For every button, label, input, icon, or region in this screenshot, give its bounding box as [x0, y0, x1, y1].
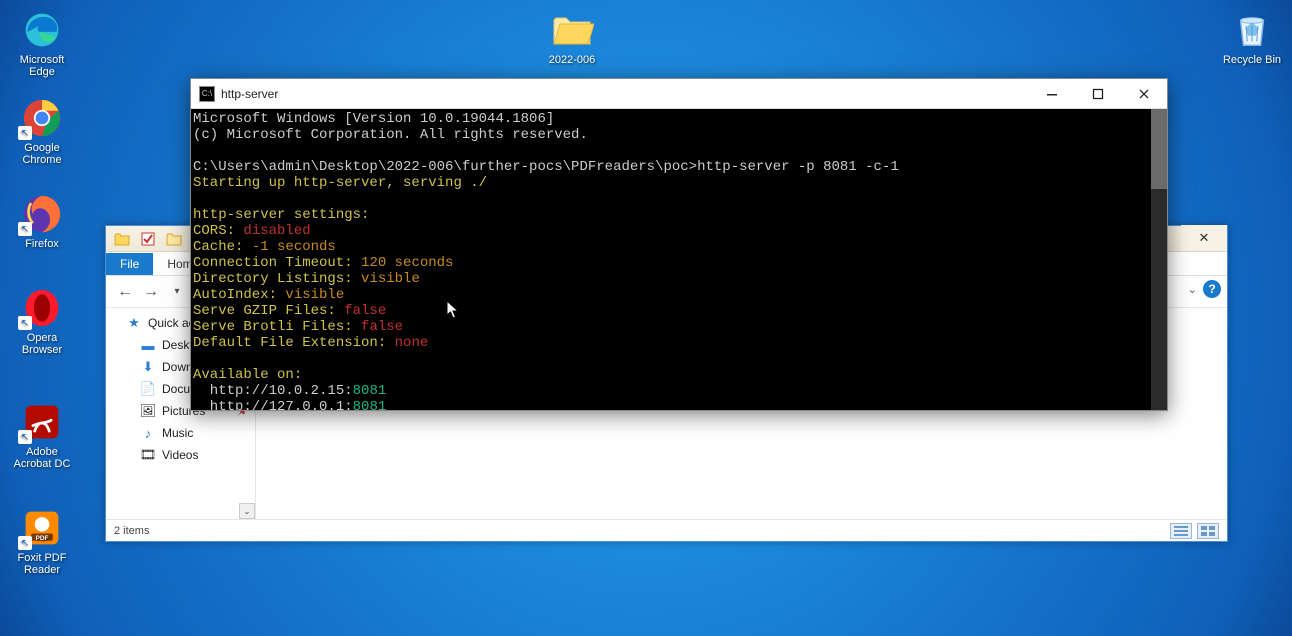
desktop-icon-foxit[interactable]: PDF Foxit PDFReader — [4, 506, 80, 576]
minimize-button[interactable] — [1029, 79, 1075, 109]
term-setting-line: CORS: disabled — [193, 223, 1165, 239]
documents-icon: 📄 — [140, 381, 156, 397]
term-setting-line: Serve Brotli Files: false — [193, 319, 1165, 335]
shortcut-overlay-icon — [18, 222, 32, 236]
desktop-icon-chrome[interactable]: GoogleChrome — [4, 96, 80, 166]
desktop-icon-label: GoogleChrome — [22, 142, 61, 166]
term-line: Microsoft Windows [Version 10.0.19044.18… — [193, 111, 1165, 127]
desktop-icon-opera[interactable]: OperaBrowser — [4, 286, 80, 356]
term-line-blank — [193, 143, 1165, 159]
desktop-recycle-bin[interactable]: Recycle Bin — [1214, 8, 1290, 66]
term-line: Available on: — [193, 367, 1165, 383]
new-folder-icon[interactable] — [164, 229, 184, 249]
recycle-bin-icon — [1230, 8, 1274, 52]
svg-text:PDF: PDF — [36, 535, 49, 542]
term-prompt-line: C:\Users\admin\Desktop\2022-006\further-… — [193, 159, 1165, 175]
terminal-titlebar[interactable]: C:\ http-server — [191, 79, 1167, 109]
close-button[interactable] — [1121, 79, 1167, 109]
terminal-scrollbar[interactable] — [1151, 109, 1167, 410]
pictures-icon: 🖼 — [140, 403, 156, 419]
term-line: (c) Microsoft Corporation. All rights re… — [193, 127, 1165, 143]
desktop-icon-label: Recycle Bin — [1223, 54, 1281, 66]
terminal-window[interactable]: C:\ http-server Microsoft Windows [Versi… — [190, 78, 1168, 411]
term-url-line: http://10.0.2.15:8081 — [193, 383, 1165, 399]
shortcut-overlay-icon — [18, 316, 32, 330]
sidebar-item-videos[interactable]: 🎞 Videos — [106, 444, 255, 466]
term-line: Starting up http-server, serving ./ — [193, 175, 1165, 191]
shortcut-overlay-icon — [18, 126, 32, 140]
term-url-line: http://127.0.0.1:8081 — [193, 399, 1165, 410]
term-setting-line: AutoIndex: visible — [193, 287, 1165, 303]
term-setting-line: Default File Extension: none — [193, 335, 1165, 351]
desktop-icon-label: MicrosoftEdge — [20, 54, 65, 78]
sidebar-item-music[interactable]: ♪ Music — [106, 422, 255, 444]
desktop-icon-acrobat[interactable]: AdobeAcrobat DC — [4, 400, 80, 470]
desktop-icon: ▬ — [140, 337, 156, 353]
view-details-button[interactable] — [1170, 523, 1192, 539]
shortcut-overlay-icon — [18, 536, 32, 550]
desktop-icon-label: 2022-006 — [549, 54, 596, 66]
shortcut-overlay-icon — [18, 430, 32, 444]
status-item-count: 2 items — [114, 525, 149, 537]
terminal-title: http-server — [221, 86, 278, 102]
scrollbar-thumb[interactable] — [1151, 109, 1167, 189]
desktop-icon-label: Foxit PDFReader — [18, 552, 67, 576]
view-large-icons-button[interactable] — [1197, 523, 1219, 539]
addr-chevron-icon[interactable]: ⌄ — [1188, 283, 1197, 296]
desktop-icon-label: OperaBrowser — [22, 332, 62, 356]
terminal-body[interactable]: Microsoft Windows [Version 10.0.19044.18… — [191, 109, 1167, 410]
sidebar-item-label: Music — [162, 426, 193, 440]
term-setting-line: Serve GZIP Files: false — [193, 303, 1165, 319]
term-setting-line: Cache: -1 seconds — [193, 239, 1165, 255]
desktop-folder-2022-006[interactable]: 2022-006 — [534, 8, 610, 66]
term-setting-line: Directory Listings: visible — [193, 271, 1165, 287]
nav-back-button[interactable]: ← — [114, 281, 136, 303]
explorer-status-bar: 2 items — [106, 519, 1227, 541]
maximize-button[interactable] — [1075, 79, 1121, 109]
nav-forward-button[interactable]: → — [140, 281, 162, 303]
tab-file[interactable]: File — [106, 253, 153, 275]
sidebar-item-label: Videos — [162, 448, 198, 462]
term-line: http-server settings: — [193, 207, 1165, 223]
folder-icon — [550, 8, 594, 52]
desktop-icon-firefox[interactable]: Firefox — [4, 192, 80, 250]
desktop-icon-label: Firefox — [25, 238, 59, 250]
cmd-icon: C:\ — [199, 86, 215, 102]
videos-icon: 🎞 — [140, 447, 156, 463]
properties-icon[interactable] — [138, 229, 158, 249]
term-setting-line: Connection Timeout: 120 seconds — [193, 255, 1165, 271]
sidebar-scroll-down-icon[interactable]: ⌄ — [239, 503, 255, 519]
help-icon[interactable]: ? — [1203, 280, 1221, 298]
term-line-blank — [193, 191, 1165, 207]
desktop-icon-label: AdobeAcrobat DC — [14, 446, 71, 470]
download-icon: ⬇ — [140, 359, 156, 375]
edge-icon — [20, 8, 64, 52]
nav-recent-dropdown[interactable]: ▾ — [166, 281, 188, 303]
desktop-icon-edge[interactable]: MicrosoftEdge — [4, 8, 80, 78]
star-icon: ★ — [126, 315, 142, 331]
music-icon: ♪ — [140, 425, 156, 441]
term-line-blank — [193, 351, 1165, 367]
explorer-close-button[interactable]: ✕ — [1181, 225, 1227, 251]
folder-small-icon[interactable] — [112, 229, 132, 249]
